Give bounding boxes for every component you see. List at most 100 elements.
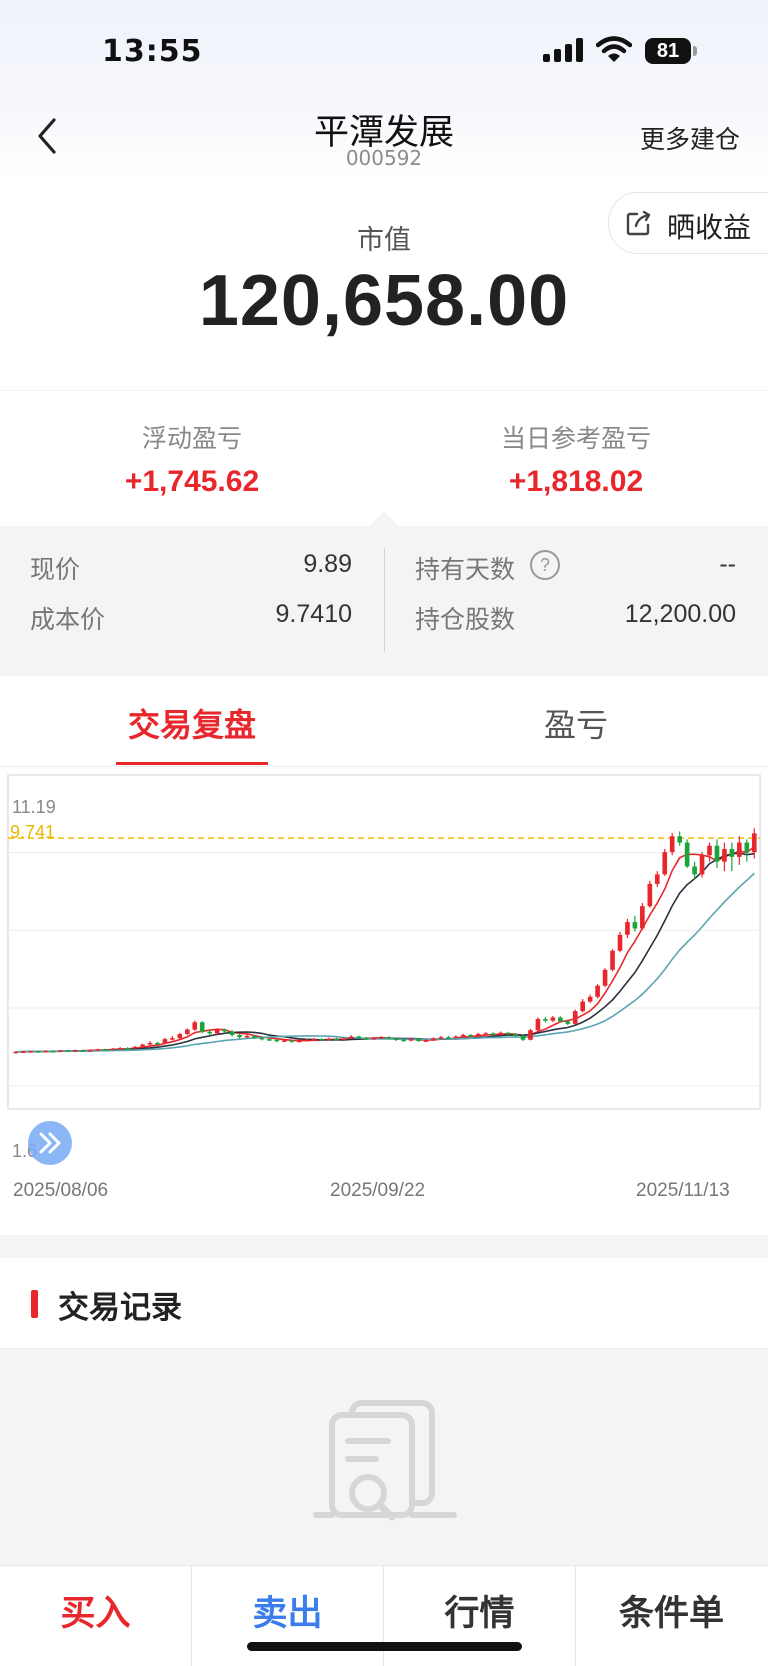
chart-frame bbox=[7, 774, 761, 1110]
candle-body bbox=[244, 1035, 250, 1038]
candle-body bbox=[102, 1049, 108, 1051]
candle-body bbox=[110, 1048, 116, 1051]
candle-body bbox=[349, 1036, 354, 1039]
candle-body bbox=[587, 996, 593, 1002]
candle-body bbox=[267, 1039, 272, 1041]
candle-body bbox=[528, 1030, 533, 1040]
buy-button[interactable]: 买入 bbox=[0, 1566, 191, 1666]
candle-body bbox=[595, 985, 600, 997]
candle-body bbox=[326, 1038, 332, 1041]
pnl-pointer bbox=[370, 511, 398, 526]
candle-body bbox=[580, 1001, 586, 1012]
status-time: 13:55 bbox=[102, 34, 203, 69]
daily-pnl-value: +1,818.02 bbox=[508, 465, 644, 498]
candle-body bbox=[669, 836, 675, 853]
candle-body bbox=[237, 1034, 242, 1038]
moving-average-line bbox=[15, 846, 755, 1053]
floating-pnl-value: +1,745.62 bbox=[124, 465, 260, 498]
candle-body bbox=[610, 950, 615, 970]
candle-body bbox=[50, 1050, 56, 1053]
tab-trade-review[interactable]: 交易复盘 bbox=[0, 700, 384, 746]
candle-body bbox=[744, 842, 750, 853]
cost-line-label: 9.741 bbox=[10, 822, 56, 842]
candle-body bbox=[692, 866, 697, 875]
moving-average-line bbox=[15, 852, 755, 1053]
candle-body bbox=[65, 1050, 71, 1053]
position-details: 现价 9.89 成本价 9.7410 持有天数 ? -- 持仓股数 12,200… bbox=[0, 526, 768, 676]
candle-body bbox=[565, 1021, 571, 1024]
candle-body bbox=[319, 1039, 324, 1041]
candle-body bbox=[722, 848, 727, 862]
kline-chart[interactable]: 11.19 9.741 1.6 2025/08/06 2025/09/22 20… bbox=[0, 767, 768, 1235]
candle-body bbox=[625, 922, 630, 935]
candle-body bbox=[214, 1029, 220, 1034]
x-axis-label-mid: 2025/09/22 bbox=[330, 1180, 426, 1201]
candle-body bbox=[751, 833, 757, 853]
candle-body bbox=[677, 836, 682, 843]
candle-body bbox=[43, 1050, 48, 1053]
candle-body bbox=[729, 848, 735, 857]
candle-body bbox=[289, 1040, 295, 1042]
candle-body bbox=[513, 1034, 518, 1036]
candle-body bbox=[699, 855, 705, 875]
candle-body bbox=[147, 1042, 153, 1045]
candle-body bbox=[170, 1038, 175, 1040]
shares-held-label: 持仓股数 bbox=[415, 605, 516, 634]
candle-body bbox=[662, 852, 668, 875]
candle-body bbox=[207, 1031, 213, 1034]
double-chevron-right-icon bbox=[39, 1132, 61, 1154]
market-value: 120,658.00 bbox=[198, 261, 570, 341]
candle-body bbox=[222, 1029, 227, 1032]
floating-pnl-label: 浮动盈亏 bbox=[141, 424, 242, 453]
candle-body bbox=[408, 1039, 414, 1041]
details-divider bbox=[384, 548, 385, 652]
tab-pnl[interactable]: 盈亏 bbox=[384, 700, 768, 746]
candle-body bbox=[647, 883, 653, 907]
candle-body bbox=[520, 1035, 526, 1040]
x-axis-label-end: 2025/11/13 bbox=[636, 1180, 730, 1201]
candle-body bbox=[498, 1032, 503, 1035]
candle-body bbox=[311, 1039, 317, 1041]
moving-average-line bbox=[15, 872, 755, 1053]
candle-body bbox=[632, 922, 638, 929]
expand-chart-button[interactable] bbox=[28, 1121, 72, 1165]
candle-body bbox=[490, 1033, 496, 1035]
candle-body bbox=[252, 1035, 257, 1038]
candle-body bbox=[73, 1050, 78, 1052]
candle-body bbox=[423, 1040, 429, 1042]
candle-body bbox=[199, 1022, 205, 1032]
candle-body bbox=[192, 1022, 198, 1030]
candle-body bbox=[274, 1039, 280, 1042]
candle-body bbox=[364, 1037, 369, 1040]
signal-icon bbox=[543, 38, 583, 62]
battery-icon: 81 bbox=[645, 38, 697, 64]
candle-body bbox=[543, 1019, 548, 1021]
candle-body bbox=[304, 1039, 309, 1042]
quote-button[interactable]: 行情 bbox=[384, 1566, 575, 1666]
candle-body bbox=[401, 1039, 406, 1042]
candle-body bbox=[431, 1038, 436, 1041]
tab-bar: 交易复盘 盈亏 bbox=[0, 676, 768, 767]
candle-body bbox=[13, 1051, 19, 1054]
holding-days-label: 持有天数 bbox=[415, 555, 516, 584]
market-value-label: 市值 bbox=[357, 225, 411, 256]
candle-body bbox=[393, 1038, 399, 1040]
candle-body bbox=[177, 1034, 183, 1039]
shares-held-value: 12,200.00 bbox=[624, 600, 736, 628]
home-indicator bbox=[247, 1642, 522, 1651]
sell-button[interactable]: 卖出 bbox=[192, 1566, 383, 1666]
more-positions-link[interactable]: 更多建仓 bbox=[640, 120, 740, 156]
candle-body bbox=[453, 1036, 459, 1039]
candle-body bbox=[341, 1038, 347, 1040]
candle-body bbox=[416, 1039, 421, 1042]
conditional-order-button[interactable]: 条件单 bbox=[576, 1566, 767, 1666]
wifi-icon bbox=[596, 36, 632, 62]
status-bar: 13:55 81 bbox=[0, 0, 768, 100]
candle-body bbox=[155, 1042, 160, 1045]
candle-body bbox=[617, 934, 623, 951]
help-icon[interactable]: ? bbox=[530, 550, 560, 580]
daily-pnl: 当日参考盈亏 +1,818.02 bbox=[384, 419, 768, 499]
section-marker bbox=[31, 1290, 38, 1318]
candle-body bbox=[184, 1029, 190, 1035]
y-axis-max-label: 11.19 bbox=[12, 797, 56, 817]
